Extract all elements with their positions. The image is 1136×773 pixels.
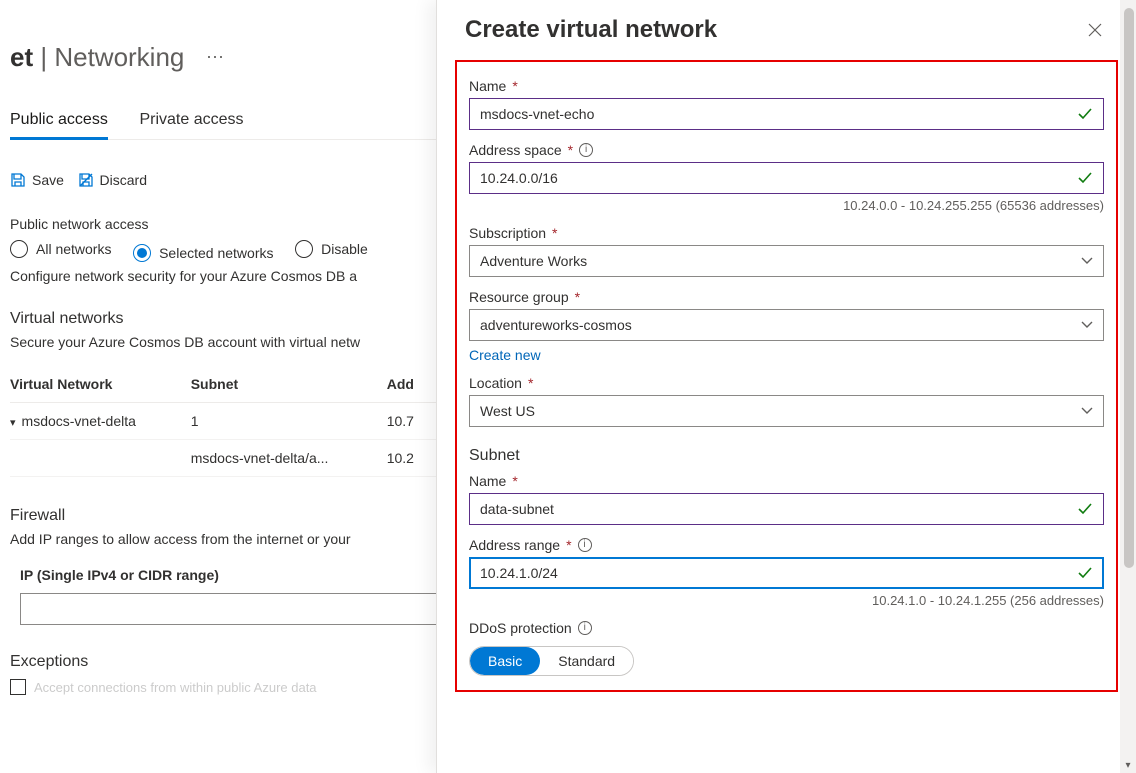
radio-selected-label: Selected networks xyxy=(159,245,273,261)
chevron-down-icon xyxy=(1081,255,1093,267)
subnet-address-range-label: Address range xyxy=(469,537,560,553)
location-label: Location xyxy=(469,375,522,391)
cell-vnet: msdocs-vnet-delta xyxy=(22,413,136,429)
ddos-toggle[interactable]: Basic Standard xyxy=(469,646,634,676)
subscription-value: Adventure Works xyxy=(480,253,587,269)
virtual-networks-table: Virtual Network Subnet Add ▾ msdocs-vnet-… xyxy=(10,366,440,477)
highlighted-form-region: Name * msdocs-vnet-echo Address space * … xyxy=(455,60,1118,692)
radio-all-networks[interactable]: All networks xyxy=(10,240,111,258)
check-icon xyxy=(1077,106,1093,122)
col-subnet[interactable]: Subnet xyxy=(191,366,387,403)
cell-addr: 10.2 xyxy=(387,440,440,477)
subnet-address-range-caption: 10.24.1.0 - 10.24.1.255 (256 addresses) xyxy=(469,593,1104,608)
check-icon xyxy=(1077,565,1093,581)
table-row[interactable]: ▾ msdocs-vnet-delta 1 10.7 xyxy=(10,403,440,440)
subnet-address-range-input[interactable]: 10.24.1.0/24 xyxy=(469,557,1104,589)
save-label: Save xyxy=(32,172,64,188)
cell-addr: 10.7 xyxy=(387,403,440,440)
check-icon xyxy=(1077,170,1093,186)
scroll-down-icon[interactable]: ▾ xyxy=(1120,757,1136,773)
tab-private-access[interactable]: Private access xyxy=(139,103,243,137)
title-page: Networking xyxy=(54,42,184,72)
name-label: Name xyxy=(469,78,506,94)
discard-label: Discard xyxy=(100,172,147,188)
resource-group-label: Resource group xyxy=(469,289,569,305)
create-vnet-flyout: ▾ Create virtual network Name * msdocs-v… xyxy=(436,0,1136,773)
table-row[interactable]: msdocs-vnet-delta/a... 10.2 xyxy=(10,440,440,477)
chevron-down-icon[interactable]: ▾ xyxy=(10,416,16,429)
close-icon[interactable] xyxy=(1082,17,1108,43)
chevron-down-icon xyxy=(1081,405,1093,417)
location-select[interactable]: West US xyxy=(469,395,1104,427)
check-icon xyxy=(1077,501,1093,517)
save-icon xyxy=(10,172,26,188)
subscription-select[interactable]: Adventure Works xyxy=(469,245,1104,277)
ddos-standard-option[interactable]: Standard xyxy=(540,647,633,675)
address-space-caption: 10.24.0.0 - 10.24.255.255 (65536 address… xyxy=(469,198,1104,213)
exceptions-text: Accept connections from within public Az… xyxy=(34,680,317,695)
ddos-label: DDoS protection xyxy=(469,620,572,636)
subnet-section-title: Subnet xyxy=(469,447,1104,465)
scrollbar-thumb[interactable] xyxy=(1124,8,1134,568)
title-sep: | xyxy=(33,42,54,72)
address-space-value: 10.24.0.0/16 xyxy=(480,170,558,186)
name-value: msdocs-vnet-echo xyxy=(480,106,594,122)
address-space-input[interactable]: 10.24.0.0/16 xyxy=(469,162,1104,194)
discard-icon xyxy=(78,172,94,188)
resource-group-select[interactable]: adventureworks-cosmos xyxy=(469,309,1104,341)
radio-disable-label: Disable xyxy=(321,241,368,257)
create-new-link[interactable]: Create new xyxy=(469,347,541,363)
discard-button[interactable]: Discard xyxy=(78,168,157,192)
subnet-name-value: data-subnet xyxy=(480,501,554,517)
exceptions-checkbox[interactable] xyxy=(10,679,26,695)
more-icon[interactable]: ··· xyxy=(206,46,224,67)
radio-all-label: All networks xyxy=(36,241,111,257)
address-space-label: Address space xyxy=(469,142,562,158)
cell-subnet: 1 xyxy=(191,403,387,440)
info-icon[interactable]: i xyxy=(578,538,592,552)
subnet-name-input[interactable]: data-subnet xyxy=(469,493,1104,525)
subscription-label: Subscription xyxy=(469,225,546,241)
subnet-address-range-value: 10.24.1.0/24 xyxy=(480,565,558,581)
flyout-title: Create virtual network xyxy=(465,16,717,44)
ddos-basic-option[interactable]: Basic xyxy=(470,647,540,675)
cell-subnet: msdocs-vnet-delta/a... xyxy=(191,440,387,477)
location-value: West US xyxy=(480,403,535,419)
radio-selected-networks[interactable]: Selected networks xyxy=(133,244,273,262)
info-icon[interactable]: i xyxy=(579,143,593,157)
ip-range-input[interactable] xyxy=(20,593,440,625)
resource-group-value: adventureworks-cosmos xyxy=(480,317,632,333)
info-icon[interactable]: i xyxy=(578,621,592,635)
col-virtual-network[interactable]: Virtual Network xyxy=(10,366,191,403)
subnet-name-label: Name xyxy=(469,473,506,489)
name-input[interactable]: msdocs-vnet-echo xyxy=(469,98,1104,130)
radio-disable[interactable]: Disable xyxy=(295,240,368,258)
scrollbar[interactable]: ▾ xyxy=(1120,0,1136,773)
col-address[interactable]: Add xyxy=(387,366,440,403)
save-button[interactable]: Save xyxy=(10,168,74,192)
tab-public-access[interactable]: Public access xyxy=(10,103,108,140)
title-prefix: et xyxy=(10,42,33,72)
chevron-down-icon xyxy=(1081,319,1093,331)
